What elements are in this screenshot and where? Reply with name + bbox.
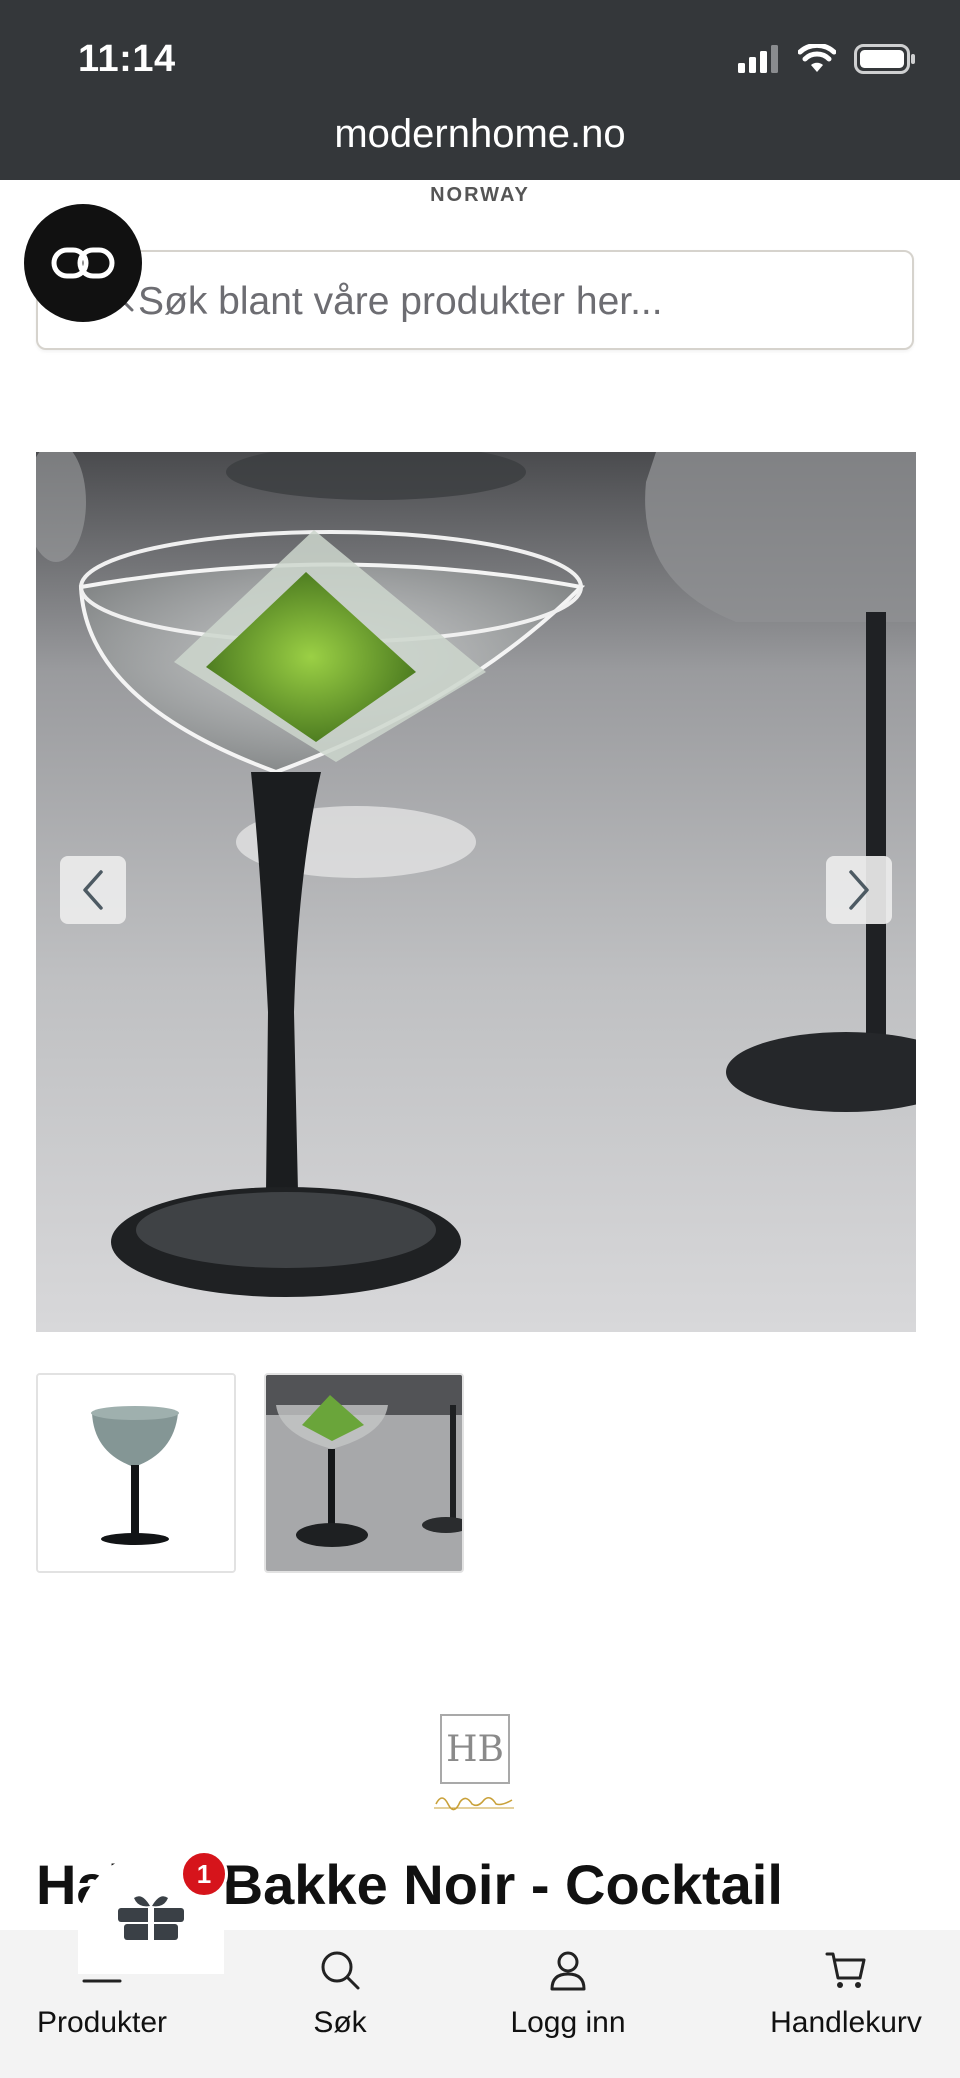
nav-products-label: Produkter: [36, 2006, 168, 2039]
carousel-prev-button[interactable]: [60, 856, 126, 924]
thumbnail-image: [38, 1375, 234, 1571]
link-toggle-button[interactable]: [24, 204, 142, 322]
search-placeholder: Søk blant våre produkter her...: [138, 280, 663, 323]
gift-icon: [118, 1896, 184, 1940]
gift-count-badge: 1: [180, 1850, 228, 1898]
chevron-left-icon: [83, 870, 103, 910]
browser-top-bar: 11:14 modernhome.no: [0, 0, 960, 180]
chevron-right-icon: [849, 870, 869, 910]
system-icons: [738, 44, 916, 74]
search-icon: [321, 1951, 360, 1990]
brand-subtitle: NORWAY: [430, 184, 530, 206]
nav-search[interactable]: Søk: [280, 1948, 400, 2040]
nav-login-label: Logg inn: [510, 2006, 626, 2039]
thumbnail-image: [266, 1375, 462, 1571]
status-time: 11:14: [78, 38, 176, 80]
product-image-carousel[interactable]: [36, 452, 916, 1332]
nav-search-label: Søk: [313, 2006, 367, 2039]
user-icon: [550, 1951, 586, 1991]
thumbnail-1[interactable]: [36, 1373, 236, 1573]
link-icon: [51, 247, 115, 279]
nav-login[interactable]: Logg inn: [488, 1948, 648, 2040]
brand-logo-mark: HB: [446, 1728, 504, 1770]
browser-url[interactable]: modernhome.no: [0, 112, 960, 157]
thumbnail-2[interactable]: [264, 1373, 464, 1573]
signal-icon: [738, 45, 778, 73]
brand-signature-image: [434, 1796, 514, 1811]
battery-icon: [854, 44, 915, 74]
cart-icon: [825, 1952, 866, 1988]
wifi-icon: [798, 44, 836, 72]
carousel-next-button[interactable]: [826, 856, 892, 924]
brand-logo[interactable]: HB: [440, 1714, 510, 1784]
search-input[interactable]: Søk blant våre produkter her...: [36, 250, 914, 350]
product-photo: [36, 452, 916, 1332]
nav-cart-label: Handlekurv: [770, 2006, 922, 2039]
nav-cart[interactable]: Handlekurv: [754, 1948, 938, 2040]
